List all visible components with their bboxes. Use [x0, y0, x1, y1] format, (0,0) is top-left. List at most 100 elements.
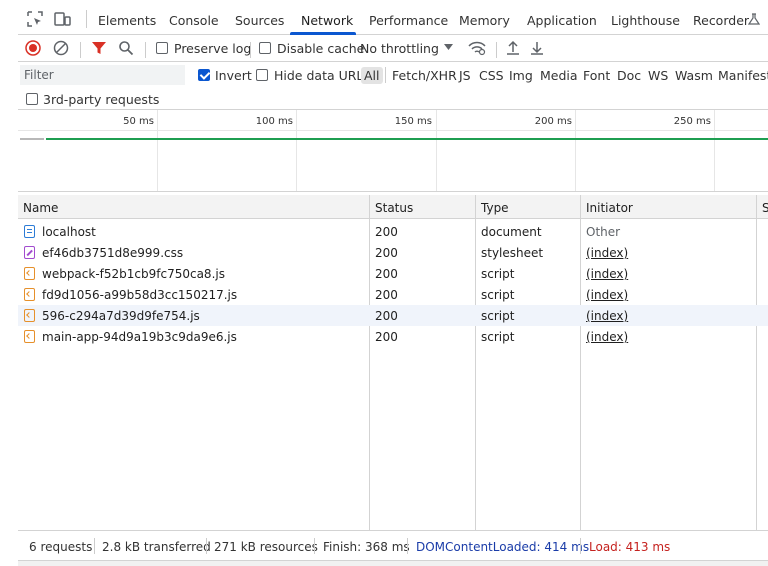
request-name[interactable]: localhost: [42, 225, 96, 239]
column-header-size[interactable]: S: [762, 201, 768, 215]
type-filter-css[interactable]: CSS: [476, 67, 507, 84]
column-header-name[interactable]: Name: [23, 201, 58, 215]
script-icon: [24, 330, 35, 343]
record-stop-icon[interactable]: [25, 40, 41, 56]
table-row[interactable]: fd9d1056-a99b58d3cc150217.js 200 script …: [18, 284, 768, 305]
toolbar-separator: [250, 42, 251, 58]
request-name[interactable]: fd9d1056-a99b58d3cc150217.js: [42, 288, 237, 302]
request-status: 200: [375, 309, 398, 323]
tab-sources[interactable]: Sources: [235, 13, 284, 28]
tab-elements[interactable]: Elements: [98, 13, 156, 28]
disable-cache-checkbox[interactable]: [259, 42, 271, 54]
preserve-log-checkbox[interactable]: [156, 42, 168, 54]
type-filter-font[interactable]: Font: [580, 67, 613, 84]
type-filter-js[interactable]: JS: [456, 67, 474, 84]
tab-recorder[interactable]: Recorder: [693, 13, 749, 28]
network-toolbar: Preserve log Disable cache No throttling: [18, 35, 768, 62]
column-header-type[interactable]: Type: [481, 201, 509, 215]
filter-input[interactable]: [20, 65, 185, 85]
overview-divider: [714, 110, 715, 191]
inspect-element-icon[interactable]: [26, 10, 44, 28]
type-filter-ws[interactable]: WS: [645, 67, 671, 84]
throttling-select[interactable]: No throttling: [360, 41, 439, 56]
type-filter-all[interactable]: All: [361, 67, 383, 84]
type-filter-wasm[interactable]: Wasm: [672, 67, 716, 84]
hide-data-urls-checkbox[interactable]: [256, 69, 268, 81]
request-initiator-link[interactable]: (index): [586, 246, 628, 260]
request-type: script: [481, 309, 515, 323]
table-row[interactable]: ef46db3751d8e999.css 200 stylesheet (ind…: [18, 242, 768, 263]
type-filter-manifest[interactable]: Manifest: [715, 67, 768, 84]
device-toolbar-icon[interactable]: [53, 10, 71, 28]
script-icon: [24, 267, 35, 280]
panel-tab-bar: Elements Console Sources Network Perform…: [18, 0, 768, 35]
tab-performance[interactable]: Performance: [369, 13, 448, 28]
export-har-download-icon[interactable]: [530, 40, 544, 56]
document-icon: [24, 225, 35, 238]
table-row[interactable]: main-app-94d9a19b3c9da9e6.js 200 script …: [18, 326, 768, 347]
request-name[interactable]: 596-c294a7d39d9fe754.js: [42, 309, 200, 323]
request-name[interactable]: ef46db3751d8e999.css: [42, 246, 183, 260]
recorder-flask-icon: [748, 13, 760, 25]
request-initiator-link[interactable]: (index): [586, 330, 628, 344]
overview-tick-label: 150 ms: [394, 116, 432, 127]
timeline-overview[interactable]: 50 ms 100 ms 150 ms 200 ms 250 ms: [18, 110, 768, 192]
overview-divider: [296, 110, 297, 191]
type-filter-media[interactable]: Media: [537, 67, 581, 84]
tab-lighthouse[interactable]: Lighthouse: [611, 13, 680, 28]
request-initiator-link[interactable]: (index): [586, 267, 628, 281]
summary-separator: [580, 538, 581, 554]
import-har-upload-icon[interactable]: [506, 40, 520, 56]
disable-cache-label[interactable]: Disable cache: [277, 41, 364, 56]
toolbar-separator: [496, 42, 497, 58]
summary-load: Load: 413 ms: [589, 540, 671, 554]
overview-download-bar: [46, 138, 768, 140]
summary-separator: [314, 538, 315, 554]
column-header-status[interactable]: Status: [375, 201, 413, 215]
table-row[interactable]: 596-c294a7d39d9fe754.js 200 script (inde…: [18, 305, 768, 326]
type-filter-fetch-xhr[interactable]: Fetch/XHR: [389, 67, 460, 84]
summary-resources: 271 kB resources: [214, 540, 318, 554]
overview-divider: [157, 110, 158, 191]
request-name[interactable]: main-app-94d9a19b3c9da9e6.js: [42, 330, 237, 344]
preserve-log-label[interactable]: Preserve log: [174, 41, 251, 56]
request-type: script: [481, 330, 515, 344]
request-initiator: Other: [586, 225, 621, 239]
stylesheet-icon: [24, 246, 35, 259]
type-filter-img[interactable]: Img: [506, 67, 536, 84]
request-status: 200: [375, 288, 398, 302]
tab-application[interactable]: Application: [527, 13, 597, 28]
request-initiator-link[interactable]: (index): [586, 309, 628, 323]
request-status: 200: [375, 267, 398, 281]
filter-funnel-icon[interactable]: [91, 40, 107, 56]
type-filter-doc[interactable]: Doc: [614, 67, 644, 84]
column-header-initiator[interactable]: Initiator: [586, 201, 633, 215]
request-name[interactable]: webpack-f52b1cb9fc750ca8.js: [42, 267, 225, 281]
third-party-requests-label[interactable]: 3rd-party requests: [43, 92, 159, 107]
chevron-down-icon[interactable]: [444, 44, 453, 51]
overview-header-border: [18, 130, 768, 131]
request-table: Name Status Type Initiator S localhost 2…: [18, 193, 768, 530]
request-type: document: [481, 225, 542, 239]
summary-finish: Finish: 368 ms: [323, 540, 410, 554]
clear-icon[interactable]: [53, 40, 69, 56]
invert-label[interactable]: Invert: [215, 68, 252, 83]
third-party-requests-checkbox[interactable]: [26, 93, 38, 105]
overview-tick-label: 200 ms: [534, 116, 572, 127]
summary-transferred: 2.8 kB transferred: [102, 540, 211, 554]
invert-checkbox[interactable]: [198, 69, 210, 81]
script-icon: [24, 309, 35, 322]
tab-memory[interactable]: Memory: [459, 13, 510, 28]
drawer-resize-strip[interactable]: [18, 560, 768, 566]
table-row[interactable]: webpack-f52b1cb9fc750ca8.js 200 script (…: [18, 263, 768, 284]
request-initiator-link[interactable]: (index): [586, 288, 628, 302]
tab-console[interactable]: Console: [169, 13, 219, 28]
tab-network[interactable]: Network: [301, 13, 353, 28]
hide-data-urls-label[interactable]: Hide data URLs: [274, 68, 370, 83]
filter-bar: Invert Hide data URLs All Fetch/XHR JS C…: [18, 62, 768, 110]
search-icon[interactable]: [118, 40, 134, 56]
overview-tick-label: 100 ms: [255, 116, 293, 127]
request-type: stylesheet: [481, 246, 544, 260]
network-conditions-wifi-icon[interactable]: [468, 40, 486, 56]
table-row[interactable]: localhost 200 document Other: [18, 221, 768, 242]
